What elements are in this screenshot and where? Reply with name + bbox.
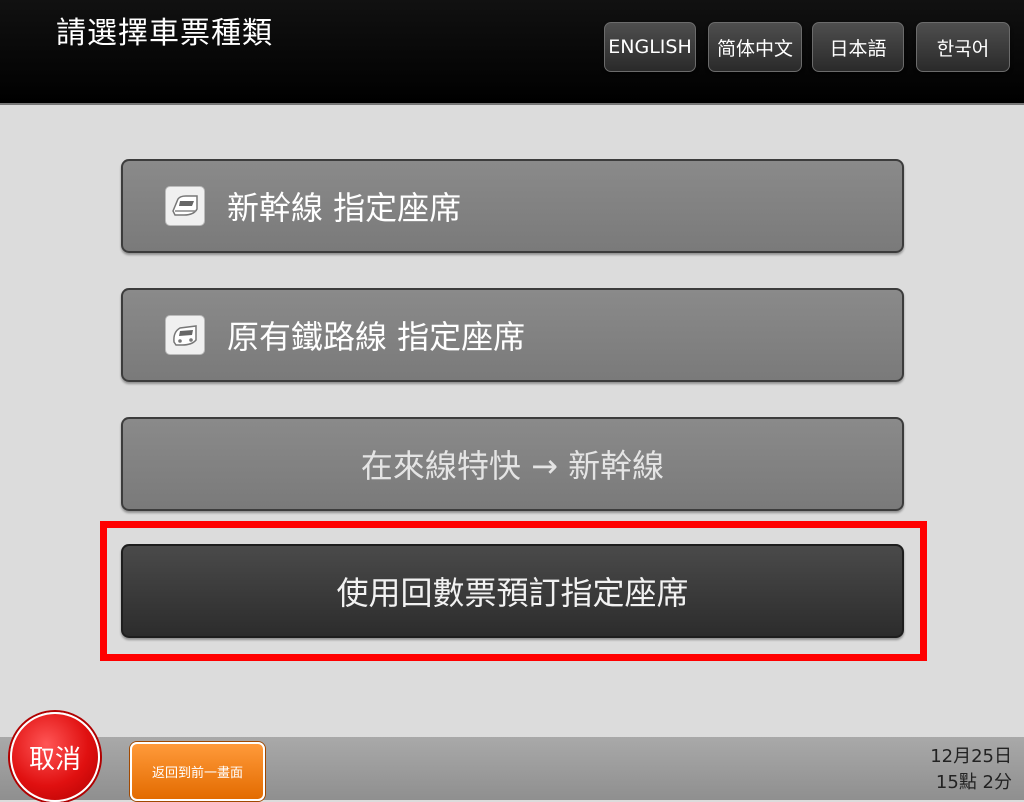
conventional-line-reserved-seat-button[interactable]: 原有鐵路線 指定座席 [121, 288, 904, 382]
conventional-train-icon [165, 315, 205, 355]
language-japanese-button[interactable]: 日本語 [812, 22, 904, 72]
time-text: 15點 2分 [935, 772, 1012, 793]
selection-highlight-box [100, 521, 927, 661]
datetime-display: 12月25日 15點 2分 [930, 744, 1012, 796]
shinkansen-reserved-seat-button[interactable]: 新幹線 指定座席 [121, 159, 904, 253]
cancel-button[interactable]: 取消 [10, 712, 100, 802]
language-simplified-chinese-button[interactable]: 简体中文 [708, 22, 802, 72]
menu-item-label: 新幹線 指定座席 [227, 189, 462, 227]
language-english-button[interactable]: ENGLISH [604, 22, 696, 72]
shinkansen-train-icon [165, 186, 205, 226]
menu-item-label: 原有鐵路線 指定座席 [227, 318, 526, 356]
language-korean-button[interactable]: 한국어 [916, 22, 1010, 72]
date-text: 12月25日 [930, 746, 1012, 767]
menu-item-label: 在來線特快 → 新幹線 [360, 447, 665, 485]
limited-express-to-shinkansen-button[interactable]: 在來線特快 → 新幹線 [121, 417, 904, 511]
header-bar: 請選擇車票種類 ENGLISH 简体中文 日本語 한국어 [0, 0, 1024, 105]
page-title: 請選擇車票種類 [56, 16, 273, 51]
back-to-previous-screen-button[interactable]: 返回到前一畫面 [130, 742, 265, 801]
